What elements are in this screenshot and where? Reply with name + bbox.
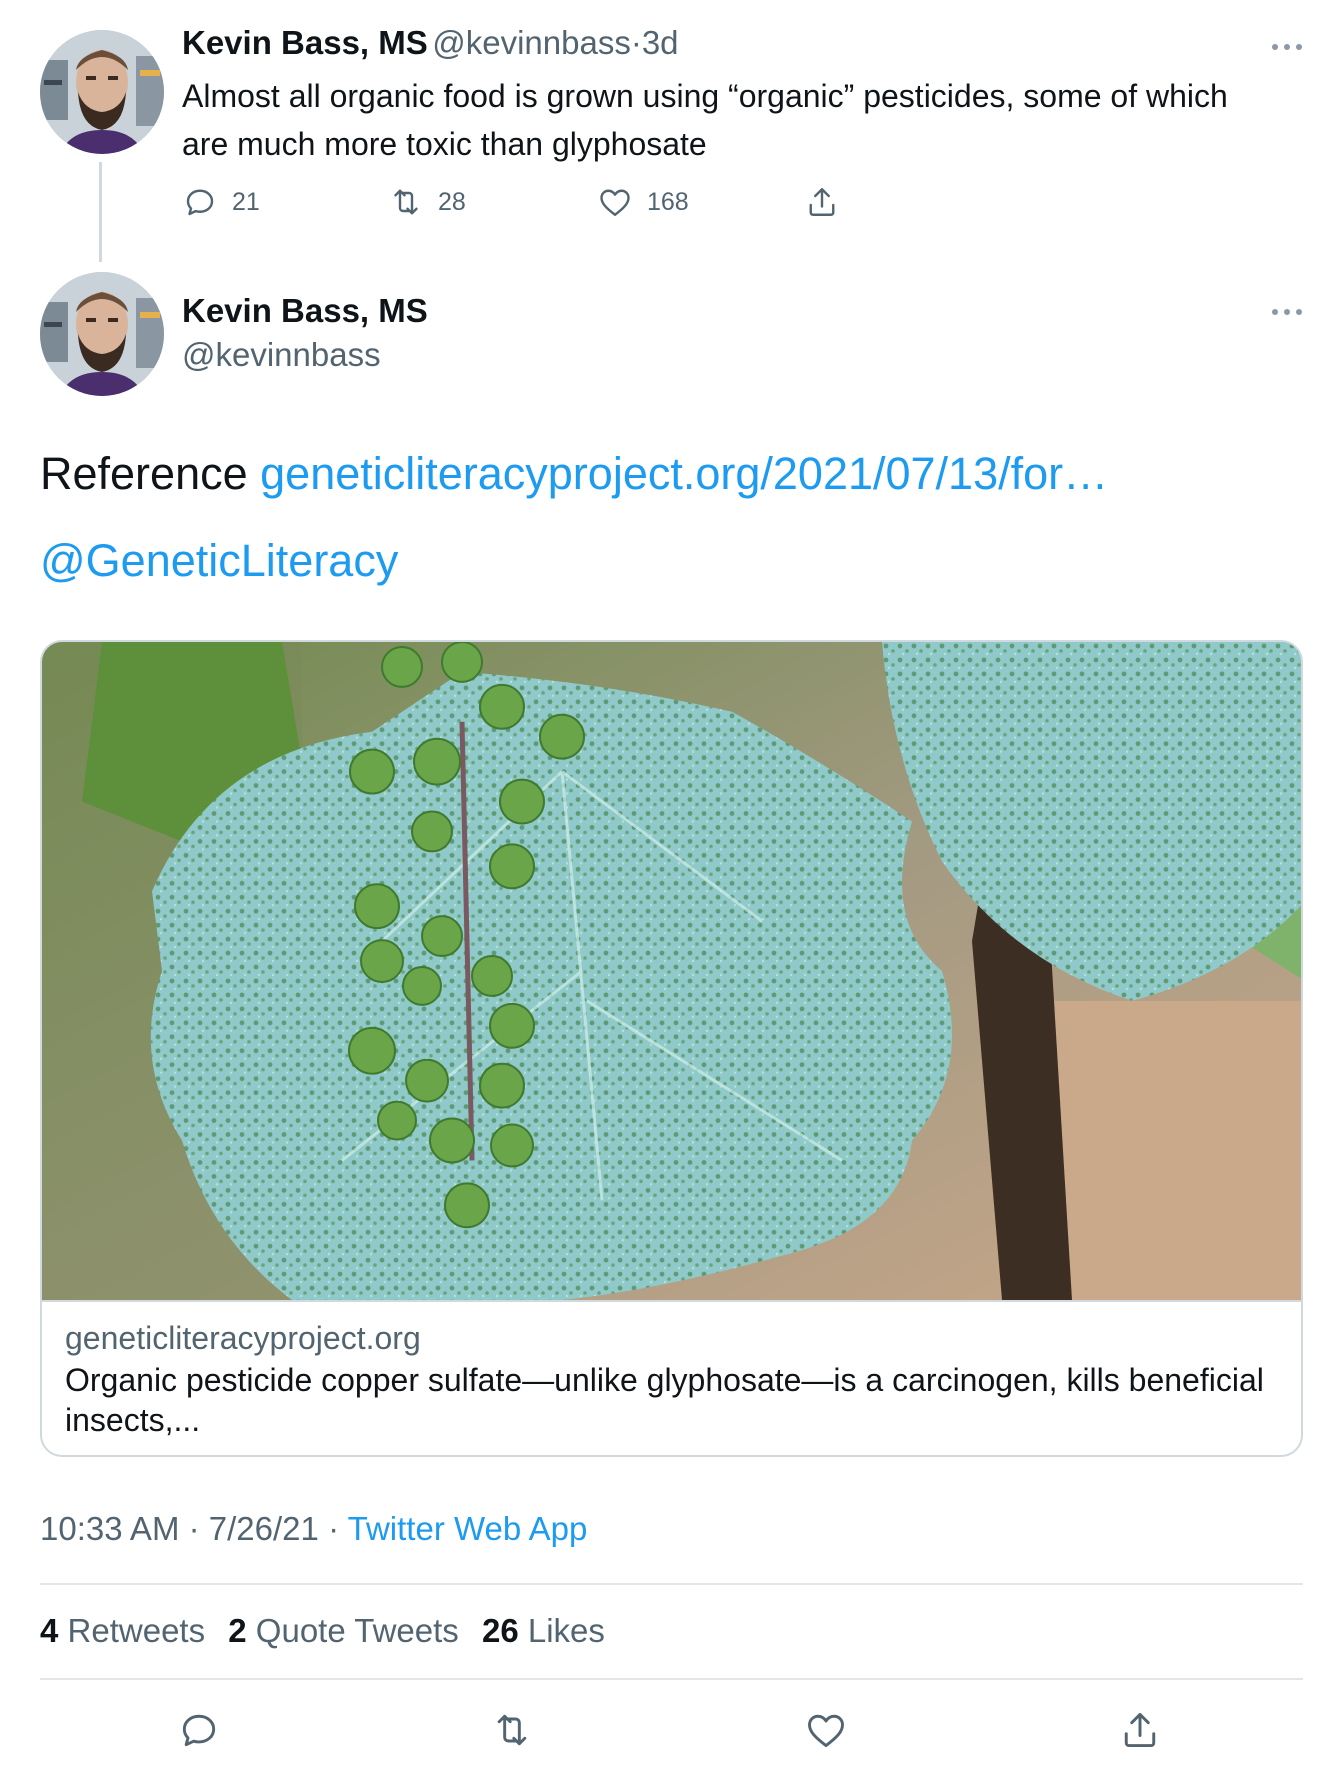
tweet-header: Kevin Bass, MS @kevinnbass·3d <box>182 24 679 62</box>
retweet-button[interactable]: 28 <box>388 180 466 224</box>
more-icon[interactable] <box>1270 306 1304 318</box>
retweets-stat[interactable]: 4 Retweets <box>40 1612 219 1649</box>
tweet-text: Almost all organic food is grown using “… <box>182 78 1228 162</box>
tweet-date[interactable]: 7/26/21 <box>209 1510 319 1547</box>
author-name[interactable]: Kevin Bass, MS <box>182 292 428 330</box>
author-handle[interactable]: @kevinnbass <box>432 24 631 61</box>
link-preview-card[interactable]: geneticliteracyproject.org Organic pesti… <box>40 640 1303 1457</box>
likes-stat[interactable]: 26 Likes <box>482 1612 619 1649</box>
quote-tweets-stat[interactable]: 2 Quote Tweets <box>228 1612 473 1649</box>
share-button[interactable] <box>804 180 840 224</box>
share-icon <box>1124 1712 1156 1748</box>
author-handle[interactable]: @kevinnbass <box>182 336 381 374</box>
reply-button[interactable]: 21 <box>182 180 260 224</box>
reference-link[interactable]: geneticliteracyproject.org/2021/07/13/fo… <box>260 448 1108 499</box>
tweet-source[interactable]: Twitter Web App <box>348 1510 588 1547</box>
retweet-count: 28 <box>438 187 466 216</box>
card-title: Organic pesticide copper sulfate—unlike … <box>65 1362 1264 1438</box>
share-icon <box>809 188 835 216</box>
tweet-timestamp: 10:33 AM · 7/26/21 · Twitter Web App <box>40 1510 588 1547</box>
heart-icon <box>600 189 630 216</box>
tweet-time[interactable]: 10:33 AM <box>40 1510 179 1547</box>
avatar[interactable] <box>40 272 164 396</box>
like-count: 168 <box>647 187 689 216</box>
like-button[interactable] <box>804 1708 848 1752</box>
engagement-stats: 4 Retweets 2 Quote Tweets 26 Likes <box>40 1612 619 1650</box>
separator-dot: · <box>630 24 642 61</box>
card-domain: geneticliteracyproject.org <box>65 1320 421 1356</box>
mention-link[interactable]: @GeneticLiteracy <box>40 535 398 587</box>
avatar[interactable] <box>40 30 164 154</box>
reply-icon <box>182 1714 216 1747</box>
author-name[interactable]: Kevin Bass, MS <box>182 24 428 61</box>
tweet-age[interactable]: 3d <box>642 24 679 61</box>
retweet-icon <box>394 189 418 215</box>
share-button[interactable] <box>1118 1708 1162 1752</box>
divider <box>40 1583 1303 1585</box>
divider <box>40 1678 1303 1680</box>
retweet-icon <box>497 1714 527 1746</box>
tweet-text: Reference geneticliteracyproject.org/202… <box>40 448 1108 500</box>
like-button[interactable]: 168 <box>597 180 689 224</box>
heart-icon <box>808 1714 844 1748</box>
reply-icon <box>186 189 214 216</box>
retweet-button[interactable] <box>490 1708 534 1752</box>
thread-connector <box>99 162 102 262</box>
reply-count: 21 <box>232 187 260 216</box>
reply-button[interactable] <box>177 1708 221 1752</box>
card-image[interactable] <box>42 642 1301 1302</box>
more-icon[interactable] <box>1270 41 1304 53</box>
reference-label: Reference <box>40 448 248 499</box>
